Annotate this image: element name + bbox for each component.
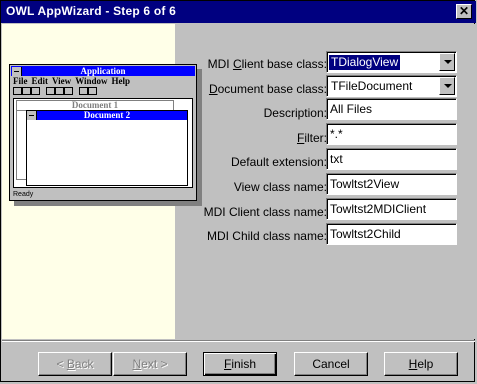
preview-menubar: File Edit View Window Help [13, 76, 134, 86]
document-base-class-label: Document base class: [208, 82, 327, 96]
preview-app-title: Application [11, 66, 195, 76]
mdi-child-class-name-label: MDI Child class name: [206, 229, 327, 243]
chevron-down-icon[interactable] [439, 53, 455, 71]
mdi-client-class-name-label: MDI Client class name: [203, 205, 327, 219]
preview-document-2: Document 2 [26, 110, 188, 186]
preview-toolbar-button [22, 87, 31, 95]
title-bar: OWL AppWizard - Step 6 of 6 ✕ [1, 1, 476, 23]
preview-application-window: Application File Edit View Window Help Docum… [9, 64, 197, 201]
finish-button[interactable]: Finish [203, 352, 277, 376]
preview-menu-help: Help [111, 76, 131, 86]
preview-status-bar: Ready [13, 191, 34, 198]
mdi-client-base-class-combo[interactable]: TDialogView [326, 51, 457, 73]
preview-doc2-title: Document 2 [27, 111, 187, 120]
preview-toolbar-button [13, 87, 22, 95]
default-extension-input[interactable]: txt [326, 148, 457, 170]
mdi-child-class-name-input[interactable]: Towltst2Child [326, 223, 457, 245]
view-class-name-label: View class name: [233, 180, 327, 194]
filter-input[interactable]: *.* [326, 123, 457, 145]
preview-menu-window: Window [75, 76, 108, 86]
cancel-button[interactable]: Cancel [294, 352, 368, 376]
description-label: Description: [263, 106, 327, 120]
preview-menu-edit: Edit [31, 76, 49, 86]
preview-menu-view: View [52, 76, 72, 86]
preview-toolbar-button [55, 87, 64, 95]
preview-toolbar-button [88, 87, 97, 95]
mdi-client-base-class-label: MDI Client base class: [207, 57, 327, 71]
default-extension-label: Default extension: [230, 155, 327, 169]
back-button[interactable]: < Back [38, 352, 112, 376]
preview-doc-system-icon [27, 111, 37, 120]
filter-label: Filter: [296, 131, 327, 145]
preview-mdi-client: Document 1 Document 2 [13, 98, 193, 188]
preview-menu-file: File [13, 76, 28, 86]
document-base-class-combo[interactable]: TFileDocument [326, 75, 457, 97]
preview-toolbar-button [64, 87, 73, 95]
help-button[interactable]: Help [384, 352, 458, 376]
close-icon: ✕ [458, 4, 470, 18]
description-input[interactable]: All Files [326, 98, 457, 120]
mdi-client-base-class-value: TDialogView [327, 54, 402, 71]
chevron-down-icon[interactable] [439, 77, 455, 95]
preview-toolbar-button [31, 87, 40, 95]
close-button[interactable]: ✕ [456, 4, 472, 19]
document-base-class-value: TFileDocument [331, 79, 413, 93]
window-title: OWL AppWizard - Step 6 of 6 [6, 4, 176, 18]
preview-toolbar-button [46, 87, 55, 95]
preview-toolbar-button [79, 87, 88, 95]
next-button[interactable]: Next > [113, 352, 187, 376]
view-class-name-input[interactable]: Towltst2View [326, 173, 457, 195]
separator-highlight [2, 341, 475, 342]
preview-system-menu-icon [12, 67, 22, 76]
mdi-client-class-name-input[interactable]: Towltst2MDIClient [326, 198, 457, 220]
